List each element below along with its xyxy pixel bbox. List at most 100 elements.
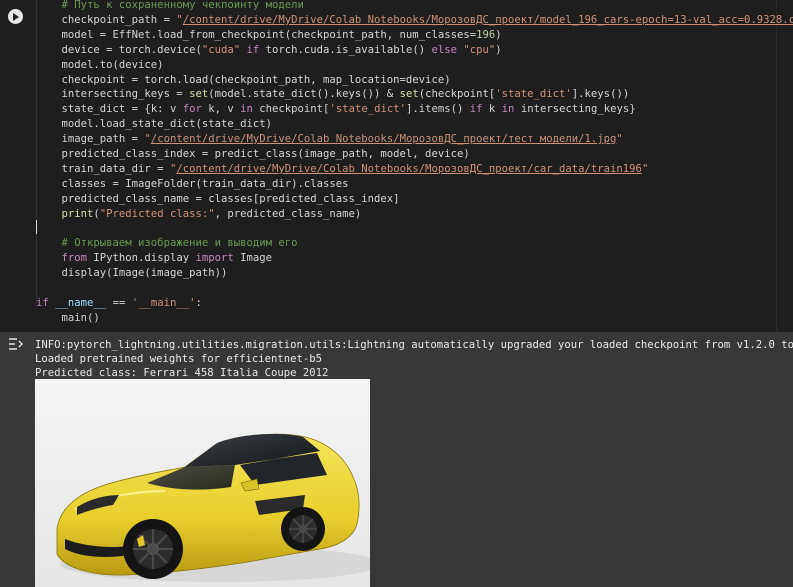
code-token: set bbox=[189, 88, 209, 101]
code-token: " bbox=[616, 133, 623, 146]
code-token: "cpu" bbox=[463, 43, 496, 56]
code-token: if bbox=[240, 43, 266, 56]
code-token: in bbox=[501, 103, 515, 116]
code-line[interactable]: classes = ImageFolder(train_data_dir).cl… bbox=[36, 177, 349, 192]
code-token: (checkpoint[ bbox=[418, 88, 496, 101]
code-token: '__main__' bbox=[131, 297, 196, 309]
code-line[interactable]: train_data_dir = "/content/drive/MyDrive… bbox=[36, 162, 649, 177]
code-token: # Путь к сохраненному чекпоинту модели bbox=[61, 0, 304, 11]
output-line-weights: Loaded pretrained weights for efficientn… bbox=[35, 353, 323, 365]
code-token: else bbox=[431, 43, 457, 56]
code-token: 196 bbox=[476, 28, 496, 41]
code-cell-gutter bbox=[0, 0, 30, 332]
text-cursor bbox=[36, 220, 37, 234]
code-token: from bbox=[61, 252, 88, 265]
yellow-sports-car-photo bbox=[35, 379, 370, 587]
code-line[interactable]: model = EffNet.load_from_checkpoint(chec… bbox=[36, 28, 502, 43]
code-token: /content/drive/MyDrive/Colab Notebooks/М… bbox=[150, 133, 617, 146]
code-line[interactable]: model.load_state_dict(state_dict) bbox=[36, 117, 272, 132]
code-line[interactable]: # Путь к сохраненному чекпоинту модели bbox=[36, 0, 304, 13]
code-token: ) bbox=[495, 28, 502, 41]
code-token: (model.state_dict().keys()) & bbox=[208, 88, 400, 101]
code-line[interactable]: print("Predicted class:", predicted_clas… bbox=[36, 207, 362, 222]
output-line-info: INFO:pytorch_lightning.utilities.migrati… bbox=[35, 339, 793, 351]
code-token: predicted_class_index = predict_class(im… bbox=[61, 148, 470, 160]
code-line[interactable]: device = torch.device("cuda" if torch.cu… bbox=[36, 43, 502, 58]
code-token: checkpoint_path = bbox=[61, 13, 177, 26]
code-line[interactable]: from IPython.display import Image bbox=[36, 251, 273, 266]
code-line[interactable]: predicted_class_index = predict_class(im… bbox=[36, 147, 470, 162]
code-token: intersecting_keys = bbox=[61, 88, 190, 101]
code-line[interactable]: image_path = "/content/drive/MyDrive/Col… bbox=[36, 132, 623, 147]
code-token: checkpoint = torch.load(checkpoint_path,… bbox=[61, 73, 451, 86]
code-token: print bbox=[61, 207, 94, 220]
code-token: 'state_dict' bbox=[329, 103, 406, 116]
code-token: IPython.display bbox=[87, 252, 196, 265]
code-line[interactable]: checkpoint = torch.load(checkpoint_path,… bbox=[36, 73, 451, 88]
code-token: k, v bbox=[201, 103, 241, 116]
colab-notebook-view: # Путь к сохраненному чекпоинту модели c… bbox=[0, 0, 793, 587]
code-token: device = torch.device( bbox=[61, 43, 202, 56]
code-line[interactable]: # Открываем изображение и выводим его bbox=[36, 236, 298, 251]
code-token: image_path = bbox=[61, 133, 145, 146]
run-cell-button[interactable] bbox=[8, 9, 23, 24]
code-token: intersecting_keys} bbox=[514, 103, 636, 116]
output-toggle-icon[interactable] bbox=[8, 337, 24, 351]
code-token: "cuda" bbox=[201, 43, 241, 56]
code-line[interactable]: model.to(device) bbox=[36, 58, 164, 73]
code-token: __name__ bbox=[55, 297, 107, 309]
code-line[interactable]: state_dict = {k: v for k, v in checkpoin… bbox=[36, 102, 636, 117]
code-token: Image bbox=[233, 252, 273, 265]
output-line-prediction: Predicted class: Ferrari 458 Italia Coup… bbox=[35, 367, 329, 379]
code-token: state_dict = {k: v bbox=[61, 103, 183, 116]
code-line[interactable]: display(Image(image_path)) bbox=[36, 266, 228, 281]
code-token: in bbox=[240, 103, 253, 116]
code-line[interactable]: predicted_class_name = classes[predicted… bbox=[36, 192, 400, 207]
code-token: main() bbox=[61, 311, 100, 324]
output-gutter bbox=[0, 333, 30, 587]
code-token: checkpoint[ bbox=[252, 103, 330, 116]
editor-scrollbar[interactable] bbox=[776, 0, 793, 332]
code-line[interactable]: main() bbox=[36, 311, 100, 326]
code-token: train_data_dir = bbox=[61, 162, 170, 175]
code-token: 'state_dict' bbox=[495, 88, 572, 101]
code-token: model.load_state_dict(state_dict) bbox=[61, 118, 272, 131]
code-editor[interactable]: # Путь к сохраненному чекпоинту модели c… bbox=[30, 0, 793, 332]
code-token: if bbox=[36, 297, 49, 309]
code-line[interactable]: intersecting_keys = set(model.state_dict… bbox=[36, 87, 630, 102]
code-token: display(Image(image_path)) bbox=[61, 267, 228, 280]
code-token: torch.cuda.is_available() bbox=[265, 43, 432, 56]
code-token: import bbox=[195, 252, 234, 265]
code-token: for bbox=[182, 103, 202, 116]
car-photo bbox=[35, 379, 370, 587]
code-token: model.to(device) bbox=[61, 58, 164, 71]
code-line[interactable]: if __name__ == '__main__': bbox=[36, 296, 202, 311]
code-token: # Открываем изображение и выводим его bbox=[61, 237, 298, 250]
code-token: ].keys()) bbox=[571, 88, 630, 101]
code-token: if bbox=[469, 103, 483, 116]
code-line[interactable]: checkpoint_path = "/content/drive/MyDriv… bbox=[36, 13, 793, 28]
code-token: /content/drive/MyDrive/Colab Notebooks/М… bbox=[182, 13, 793, 26]
code-token: predicted_class_name = classes[predicted… bbox=[61, 192, 400, 205]
code-token: set bbox=[399, 88, 419, 101]
code-token: classes = ImageFolder(train_data_dir).cl… bbox=[61, 177, 349, 190]
code-token: " bbox=[641, 162, 649, 175]
code-token: == bbox=[106, 297, 132, 309]
